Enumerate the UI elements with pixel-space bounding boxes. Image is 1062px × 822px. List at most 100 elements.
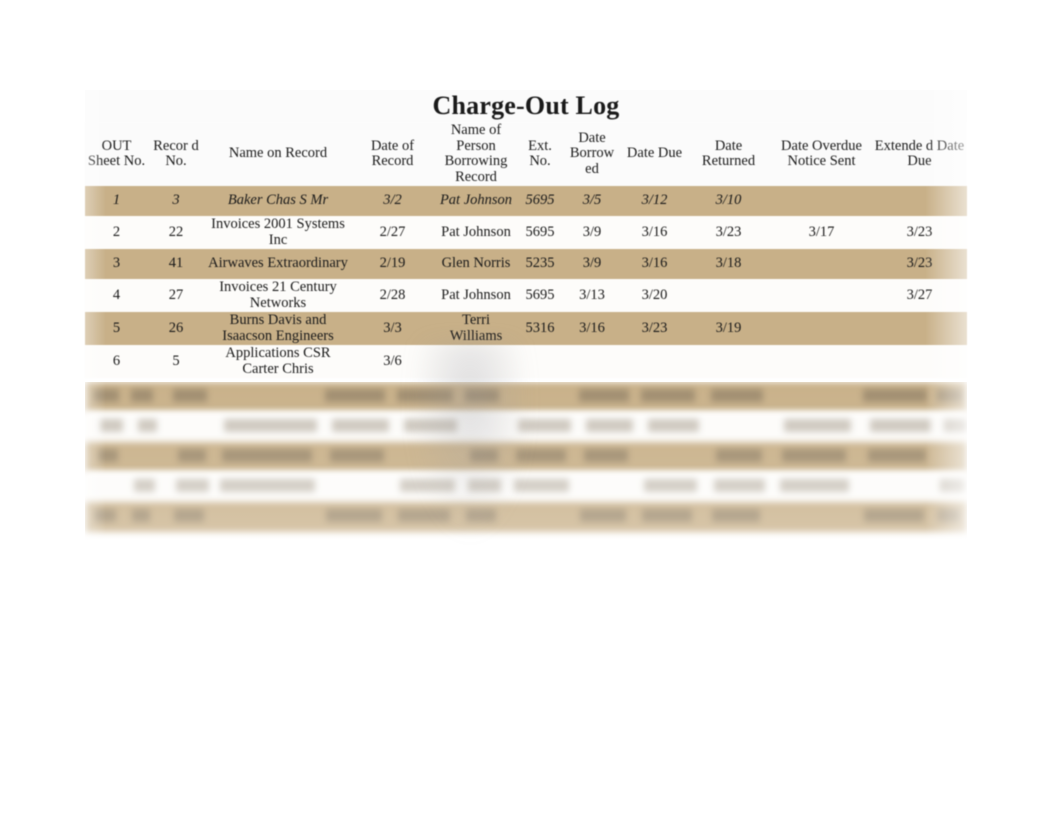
column-header-date-borrowed: Date Borrow ed — [561, 122, 623, 186]
cell-date_borrowed: 3/5 — [582, 192, 602, 209]
illegible-text-run — [514, 479, 569, 492]
cell-out_sheet_no: 1 — [112, 192, 121, 209]
cell-date_borrowed: 3/16 — [579, 319, 605, 336]
cell-overdue_notice_sent: 3/17 — [808, 223, 835, 240]
illegible-text-run — [644, 479, 697, 492]
illegible-text-run — [518, 419, 571, 432]
cell-overdue_notice_sent — [771, 249, 872, 279]
cell-date_of_record: 3/2 — [383, 192, 402, 209]
cell-borrower_name: Pat Johnson — [441, 286, 511, 303]
table-body: 1 3 Baker Chas S Mr 3/2 Pat Johnson 5695 3/5 3/… — [85, 186, 967, 378]
illegible-text-run — [648, 419, 699, 432]
illegible-text-run — [326, 509, 382, 522]
cell-record_no: 27 — [168, 286, 184, 303]
cell-date_returned — [686, 279, 771, 312]
cell-date_borrowed: 3/9 — [582, 223, 602, 240]
illegible-text-run — [220, 479, 315, 492]
illegible-text-run — [870, 419, 931, 432]
cell-borrower_name: Glen Norris — [441, 255, 511, 272]
table-row: 6 5 Applications CSR Carter Chris 3/6 — [85, 345, 967, 378]
column-header-date-returned: Date Returned — [686, 122, 771, 186]
cell-overdue_notice_sent — [771, 345, 872, 378]
illegible-text-run — [863, 389, 927, 402]
cell-date_due: 3/16 — [641, 255, 668, 272]
cell-name_on_record: Burns Davis and Isaacson Engineers — [222, 312, 334, 344]
cell-out_sheet_no: 6 — [112, 352, 121, 369]
cell-ext_no: 5695 — [525, 223, 555, 240]
cell-date_returned: 3/18 — [715, 255, 742, 272]
illegible-text-run — [176, 479, 209, 492]
cell-date_returned — [686, 345, 771, 378]
cell-name_on_record: Invoices 2001 Systems Inc — [211, 216, 345, 248]
illegible-table-row — [85, 412, 967, 442]
illegible-text-run — [937, 389, 963, 402]
table-header-row: OUT Sheet No. Recor d No. Name on Record… — [85, 122, 967, 186]
cell-name_on_record: Invoices 21 Century Networks — [219, 279, 337, 311]
table-row: 1 3 Baker Chas S Mr 3/2 Pat Johnson 5695 3/5 3/… — [85, 186, 967, 216]
illegible-text-run — [868, 449, 926, 462]
illegible-table-row — [85, 382, 967, 412]
column-header-overdue-notice-sent: Date Overdue Notice Sent — [771, 122, 872, 186]
cell-date_returned: 3/10 — [715, 192, 742, 209]
column-header-date-of-record: Date of Record — [352, 122, 433, 186]
cell-extended_date_due — [872, 186, 967, 216]
cell-record_no: 41 — [168, 255, 184, 272]
cell-extended_date_due — [872, 312, 967, 345]
illegible-text-run — [131, 389, 153, 402]
cell-ext_no: 5695 — [525, 192, 555, 209]
illegible-text-run — [94, 509, 116, 522]
illegible-text-run — [938, 509, 960, 522]
cell-name_on_record: Applications CSR Carter Chris — [225, 345, 331, 377]
table-row: 2 22 Invoices 2001 Systems Inc 2/27 Pat John… — [85, 216, 967, 249]
cell-borrower_name — [433, 345, 519, 378]
column-header-out-sheet-no: OUT Sheet No. — [85, 122, 148, 186]
illegible-table-row — [85, 502, 967, 532]
illegible-text-run — [178, 449, 206, 462]
illegible-text-run — [132, 509, 150, 522]
cell-date_due — [623, 345, 686, 378]
cell-borrower_name: Terri Williams — [449, 312, 503, 344]
cell-ext_no: 5695 — [525, 286, 555, 303]
cell-record_no: 26 — [168, 319, 184, 336]
illegible-text-run — [465, 389, 499, 402]
illegible-text-run — [864, 509, 924, 522]
cell-extended_date_due — [872, 345, 967, 378]
cell-date_of_record: 2/19 — [379, 255, 406, 272]
cell-out_sheet_no: 2 — [112, 223, 121, 240]
cell-overdue_notice_sent — [771, 279, 872, 312]
cell-date_borrowed — [561, 345, 623, 378]
cell-date_due: 3/20 — [641, 286, 668, 303]
document-title-area: Charge-Out Log — [85, 90, 967, 122]
cell-extended_date_due: 3/23 — [906, 255, 933, 272]
cell-date_due: 3/23 — [641, 319, 668, 336]
cell-extended_date_due: 3/23 — [906, 223, 933, 240]
cell-date_of_record: 3/6 — [383, 352, 402, 369]
cell-borrower_name: Pat Johnson — [441, 223, 511, 240]
illegible-text-run — [466, 509, 496, 522]
illegible-text-run — [516, 449, 566, 462]
illegible-text-run — [780, 479, 849, 492]
illegible-text-run — [579, 389, 629, 402]
illegible-text-run — [784, 419, 851, 432]
cell-extended_date_due: 3/27 — [906, 286, 933, 303]
illegible-text-run — [716, 449, 762, 462]
illegible-text-run — [468, 479, 501, 492]
column-header-record-no: Recor d No. — [148, 122, 204, 186]
illegible-text-run — [642, 509, 692, 522]
cell-out_sheet_no: 4 — [112, 286, 121, 303]
column-header-borrower-name: Name of Person Borrowing Record — [433, 122, 519, 186]
cell-date_borrowed: 3/13 — [579, 286, 605, 303]
column-header-date-due: Date Due — [623, 122, 686, 186]
illegible-text-run — [586, 419, 633, 432]
table-row: 5 26 Burns Davis and Isaacson Engineers 3/3… — [85, 312, 967, 345]
cell-date_returned: 3/23 — [715, 223, 742, 240]
illegible-text-run — [98, 449, 118, 462]
page-title: Charge-Out Log — [432, 91, 620, 120]
illegible-text-run — [173, 389, 207, 402]
cell-date_of_record: 3/3 — [383, 319, 402, 336]
cell-out_sheet_no: 5 — [112, 319, 121, 336]
cell-name_on_record: Airwaves Extraordinary — [208, 255, 348, 272]
illegible-text-run — [93, 389, 119, 402]
illegible-text-run — [138, 419, 157, 432]
cell-date_borrowed: 3/9 — [582, 255, 602, 272]
